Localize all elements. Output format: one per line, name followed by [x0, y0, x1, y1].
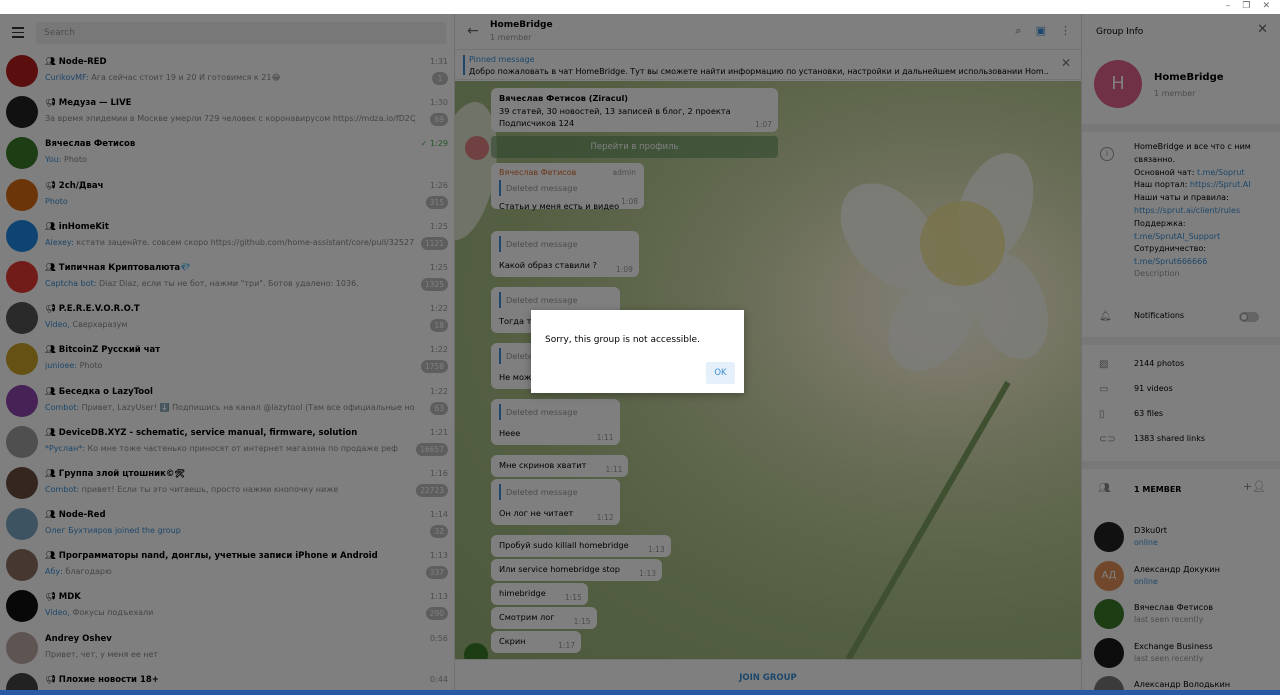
- restore-icon[interactable]: ❐: [1242, 1, 1250, 11]
- window-titlebar: – ❐ ✕: [0, 0, 1280, 14]
- close-window-icon[interactable]: ✕: [1262, 1, 1270, 11]
- ok-button[interactable]: OK: [706, 362, 735, 384]
- dialog-message: Sorry, this group is not accessible.: [545, 335, 700, 345]
- minimize-icon[interactable]: –: [1226, 1, 1231, 11]
- error-dialog: Sorry, this group is not accessible. OK: [531, 310, 744, 393]
- os-taskbar: [0, 690, 1280, 695]
- window-controls: – ❐ ✕: [1226, 1, 1270, 11]
